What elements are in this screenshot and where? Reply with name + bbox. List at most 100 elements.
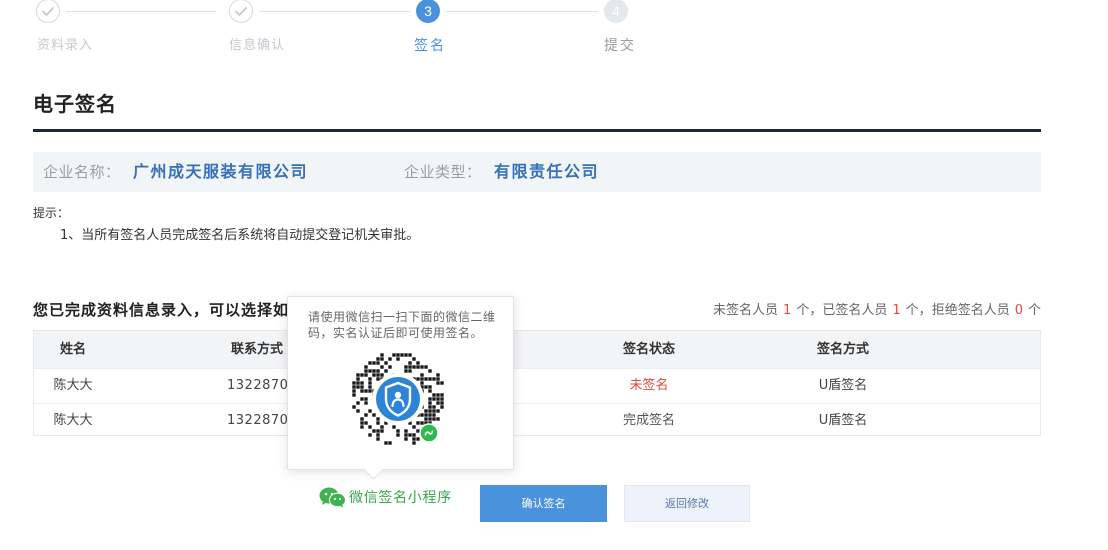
qr-module: [428, 401, 432, 405]
qr-module: [424, 377, 428, 381]
qr-module: [440, 401, 444, 405]
step-3-label: 签名: [414, 38, 446, 54]
qr-module: [356, 373, 360, 377]
qr-module: [408, 353, 412, 357]
page-title: 电子签名: [33, 92, 117, 116]
qr-module: [380, 365, 384, 369]
qr-instruction: 请使用微信扫一扫下面的微信二维码，实名认证后即可使用签名。: [308, 310, 496, 340]
column-header-name: 姓名: [59, 342, 86, 357]
qr-module: [388, 365, 392, 369]
qr-module: [364, 373, 368, 377]
qr-module: [356, 381, 360, 385]
qr-module: [424, 385, 428, 389]
qr-module: [432, 413, 436, 417]
qr-module: [376, 421, 380, 425]
qr-module: [372, 429, 376, 433]
qr-module: [376, 373, 380, 377]
column-header-phone: 联系方式: [231, 342, 284, 357]
unsigned-count: 1: [783, 303, 792, 318]
qr-module: [368, 389, 372, 393]
qr-module: [428, 385, 432, 389]
qr-module: [424, 365, 428, 369]
table-row: 陈大大 13228709 完成签名 U盾签名: [34, 403, 1040, 438]
company-info-box: 企业名称： 广州成天服装有限公司 企业类型： 有限责任公司: [33, 152, 1041, 192]
qr-module: [440, 397, 444, 401]
qr-module: [428, 369, 432, 373]
signing-summary: 未签名人员 1 个，已签名人员 1 个，拒绝签名人员 0 个: [713, 303, 1041, 319]
qr-module: [376, 429, 380, 433]
wechat-mini-program-link[interactable]: 微信签名小程序: [349, 489, 452, 507]
qr-module: [436, 377, 440, 381]
qr-module: [360, 425, 364, 429]
qr-module: [368, 385, 372, 389]
step-connector: [446, 11, 598, 12]
qr-module: [400, 353, 404, 357]
sign-method-link[interactable]: U盾签名: [783, 369, 903, 403]
refused-count: 0: [1014, 303, 1023, 318]
separator: ，: [809, 303, 823, 318]
qr-module: [360, 417, 364, 421]
notice-title: 提示：: [33, 206, 70, 220]
qr-module: [396, 357, 400, 361]
table-header: 姓名 联系方式 签名状态 签名方式: [34, 331, 1040, 368]
company-name-label: 企业名称：: [43, 163, 121, 181]
qr-module: [428, 417, 432, 421]
qr-module: [436, 417, 440, 421]
qr-module: [424, 417, 428, 421]
qr-module: [380, 373, 384, 377]
separator: ，: [918, 303, 932, 318]
qr-module: [368, 409, 372, 413]
sign-method-link[interactable]: U盾签名: [783, 404, 903, 438]
qr-module: [424, 409, 428, 413]
qr-module: [416, 361, 420, 365]
qr-module: [404, 353, 408, 357]
qr-module: [376, 369, 380, 373]
signing-intro: 您已完成资料信息录入，可以选择如: [33, 301, 290, 319]
signers-table: 姓名 联系方式 签名状态 签名方式 陈大大 13228709 未签名 U盾签名 …: [33, 330, 1041, 436]
back-edit-button[interactable]: 返回修改: [624, 485, 750, 522]
qr-module: [436, 401, 440, 405]
signed-count: 1: [892, 303, 901, 318]
qr-module: [376, 361, 380, 365]
title-divider: [33, 129, 1041, 132]
step-1-label: 资料录入: [36, 38, 93, 53]
qr-module: [432, 397, 436, 401]
qr-module: [388, 357, 392, 361]
qr-module: [416, 421, 420, 425]
qr-module: [352, 381, 356, 385]
qr-module: [412, 437, 416, 441]
qr-module: [360, 389, 364, 393]
qr-module: [376, 357, 380, 361]
qr-module: [412, 433, 416, 437]
qr-module: [408, 361, 412, 365]
qr-module: [404, 433, 408, 437]
unit: 个: [905, 303, 919, 318]
unsigned-label: 未签名人员: [713, 303, 779, 318]
qr-module: [436, 397, 440, 401]
qr-module: [392, 425, 396, 429]
qr-module: [392, 353, 396, 357]
qr-module: [352, 393, 356, 397]
step-4-label: 提交: [604, 38, 636, 54]
qr-module: [380, 429, 384, 433]
qr-module: [416, 365, 420, 369]
qr-module: [424, 413, 428, 417]
signer-name: 陈大大: [53, 378, 93, 393]
wechat-icon[interactable]: [319, 487, 346, 508]
qr-module: [428, 413, 432, 417]
qr-module: [352, 385, 356, 389]
qr-module: [408, 365, 412, 369]
qr-module: [356, 385, 360, 389]
qr-module: [380, 357, 384, 361]
unit: 个: [1027, 303, 1041, 318]
qr-module: [356, 377, 360, 381]
step-3-indicator: 3: [416, 0, 440, 23]
confirm-sign-button[interactable]: 确认签名: [480, 485, 607, 522]
qr-module: [432, 393, 436, 397]
signed-label: 已签名人员: [822, 303, 888, 318]
qr-module: [436, 409, 440, 413]
qr-module: [428, 405, 432, 409]
qr-module: [368, 381, 372, 385]
qr-module: [364, 389, 368, 393]
qr-module: [416, 429, 420, 433]
